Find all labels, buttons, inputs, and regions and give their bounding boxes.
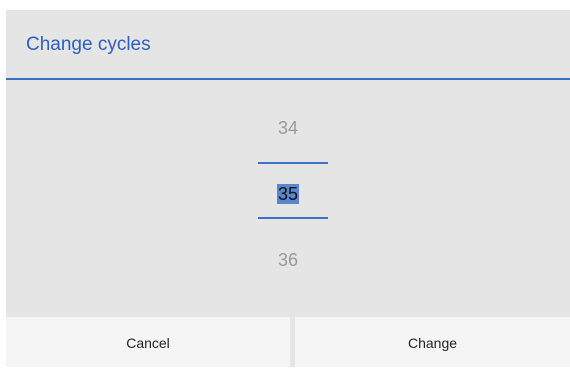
- cancel-button[interactable]: Cancel: [6, 317, 290, 367]
- picker-previous-value[interactable]: 34: [6, 117, 570, 139]
- picker-divider-bottom: [258, 217, 328, 219]
- change-cycles-dialog: Change cycles 34 35 36 Cancel Change: [6, 10, 570, 367]
- picker-next-value[interactable]: 36: [6, 249, 570, 271]
- dialog-title-bar: Change cycles: [6, 10, 570, 80]
- picker-current-value-text[interactable]: 35: [276, 184, 300, 204]
- picker-divider-top: [258, 162, 328, 164]
- dialog-button-bar: Cancel Change: [6, 317, 570, 367]
- picker-current-value[interactable]: 35: [6, 183, 570, 205]
- dialog-title: Change cycles: [26, 34, 151, 55]
- change-button[interactable]: Change: [295, 317, 570, 367]
- cycles-number-picker[interactable]: 34 35 36: [6, 80, 570, 316]
